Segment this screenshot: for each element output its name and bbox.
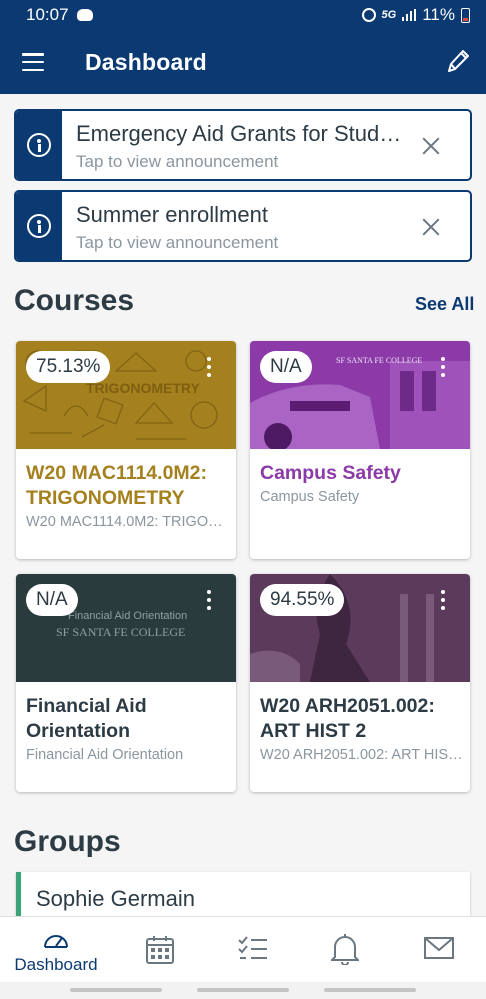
announcement-title: Emergency Aid Grants for Students — [76, 121, 406, 146]
status-time: 10:07 — [26, 5, 69, 24]
info-icon — [27, 133, 51, 157]
group-item[interactable]: Sophie Germain — [16, 872, 470, 920]
course-card[interactable]: 94.55% W20 ARH2051.002: ART HIST 2 W20 A… — [250, 574, 470, 792]
nav-home-button[interactable] — [197, 988, 289, 992]
tab-calendar[interactable] — [112, 917, 209, 983]
course-card[interactable]: Financial Aid Orientation SF SANTA FE CO… — [16, 574, 236, 792]
announcement-title: Summer enrollment — [76, 202, 268, 227]
status-bar: 10:07 5G 11% — [0, 0, 486, 30]
grade-badge: 75.13% — [26, 351, 111, 383]
more-options-icon[interactable] — [440, 357, 446, 377]
course-title: W20 MAC1114.0M2: TRIGONOMETRY — [26, 462, 207, 509]
more-options-icon[interactable] — [206, 357, 212, 377]
tab-label: Dashboard — [14, 955, 98, 974]
grade-badge: 94.55% — [260, 584, 345, 616]
calendar-icon — [146, 936, 174, 964]
signal-icon — [402, 9, 417, 21]
network-type: 5G — [381, 9, 397, 21]
tab-notifications[interactable] — [298, 917, 395, 983]
todo-icon — [238, 936, 267, 959]
inbox-icon — [424, 937, 454, 959]
groups-heading: Groups — [14, 825, 121, 858]
dashboard-icon — [44, 935, 68, 948]
announcement-subtitle: Tap to view announcement — [76, 233, 279, 252]
nav-recent-button[interactable] — [70, 988, 162, 992]
more-options-icon[interactable] — [206, 590, 212, 610]
pencil-icon — [448, 50, 469, 72]
tab-dashboard[interactable]: Dashboard — [0, 917, 112, 983]
grade-badge: N/A — [260, 351, 312, 383]
group-name: Sophie Germain — [36, 886, 195, 911]
course-title: Campus Safety — [260, 462, 401, 484]
close-icon[interactable] — [420, 135, 442, 157]
announcement-card[interactable]: Emergency Aid Grants for Students Tap to… — [14, 109, 472, 181]
course-image-label: TRIGONOMETRY — [86, 380, 200, 396]
page-title: Dashboard — [85, 49, 207, 75]
course-subtitle: W20 ARH2051.002: ART HIST 2 — [260, 747, 464, 763]
courses-heading: Courses — [14, 284, 135, 317]
bottom-tab-bar: Dashboard — [0, 916, 486, 982]
info-icon — [27, 214, 51, 238]
alarm-icon — [361, 8, 376, 22]
course-image-label: Financial Aid Orientation — [68, 610, 187, 622]
close-icon[interactable] — [420, 216, 442, 238]
see-all-link[interactable]: See All — [415, 294, 474, 315]
course-card[interactable]: TRIGONOMETRY 75.13% W20 MAC1114.0M2: TRI… — [16, 341, 236, 559]
announcement-subtitle: Tap to view announcement — [76, 152, 279, 171]
course-image-label: SF SANTA FE COLLEGE — [336, 356, 422, 365]
course-image-label-2: SF SANTA FE COLLEGE — [56, 625, 185, 639]
menu-button[interactable] — [22, 53, 44, 71]
tab-todo[interactable] — [205, 917, 302, 983]
menu-icon — [22, 53, 44, 56]
tab-inbox[interactable] — [391, 917, 486, 983]
course-title: Financial Aid Orientation — [26, 695, 147, 742]
course-card[interactable]: SF SANTA FE COLLEGE N/A Campus Safety Ca… — [250, 341, 470, 559]
discord-icon — [76, 9, 93, 21]
app-bar: Dashboard — [0, 30, 486, 94]
course-subtitle: W20 MAC1114.0M2: TRIGONOMETRY — [26, 514, 230, 530]
grade-badge: N/A — [26, 584, 78, 616]
course-subtitle: Financial Aid Orientation — [26, 747, 184, 763]
course-subtitle: Campus Safety — [260, 489, 360, 505]
course-title: W20 ARH2051.002: ART HIST 2 — [260, 695, 435, 742]
battery-icon — [461, 7, 470, 23]
nav-back-button[interactable] — [324, 988, 416, 992]
notifications-icon — [331, 934, 359, 965]
announcement-card[interactable]: Summer enrollment Tap to view announceme… — [14, 190, 472, 262]
battery-percent: 11% — [422, 5, 455, 24]
system-nav-bar — [0, 982, 486, 999]
more-options-icon[interactable] — [440, 590, 446, 610]
edit-dashboard-button[interactable] — [446, 48, 470, 74]
